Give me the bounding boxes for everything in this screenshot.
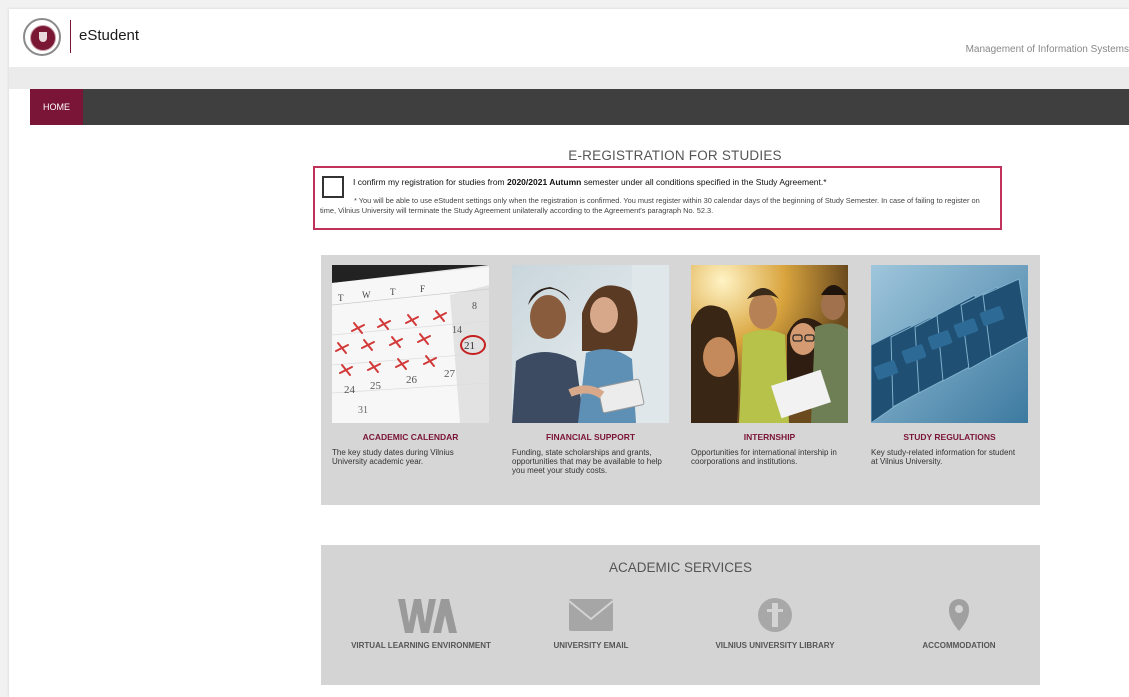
nav-home-tab[interactable]: HOME (30, 89, 83, 125)
card-description: Funding, state scholarships and grants, … (512, 448, 662, 475)
registration-title: E-REGISTRATION FOR STUDIES (568, 148, 782, 163)
registration-note: * You will be able to use eStudent setti… (320, 196, 980, 215)
card-description: Opportunities for international intershi… (691, 448, 837, 466)
vle-logo-icon (341, 593, 501, 641)
location-pin-icon (879, 593, 1039, 641)
service-label: UNIVERSITY EMAIL (553, 641, 629, 650)
confirm-semester: 2020/2021 Autumn (507, 177, 582, 187)
service-label: ACCOMMODATION (922, 641, 996, 650)
system-label: Management of Information Systems (965, 44, 1129, 55)
app-name[interactable]: eStudent (79, 27, 139, 44)
calendar-number-31: 31 (358, 405, 368, 416)
calendar-number-21: 21 (464, 340, 475, 352)
calendar-weekday-t2: T (390, 287, 396, 297)
card-title[interactable]: INTERNSHIP (691, 432, 848, 442)
calendar-weekday-t: T (338, 293, 344, 303)
card-financial-support[interactable]: FINANCIAL SUPPORT Funding, state scholar… (512, 265, 669, 475)
logo-divider (70, 20, 71, 53)
financial-support-image[interactable] (512, 265, 669, 423)
header: eStudent Management of Information Syste… (9, 9, 1129, 67)
card-academic-calendar[interactable]: T W T F 14 21 25 26 27 24 31 8 ACADEMIC … (332, 265, 489, 466)
card-title[interactable]: ACADEMIC CALENDAR (332, 432, 489, 442)
calendar-number-24: 24 (344, 384, 356, 396)
service-accommodation[interactable]: ACCOMMODATION (879, 593, 1039, 651)
university-seal-logo[interactable] (23, 18, 61, 56)
calendar-weekday-f: F (420, 284, 425, 294)
service-label: VILNIUS UNIVERSITY LIBRARY (715, 641, 835, 650)
confirm-prefix: I confirm my registration for studies fr… (353, 177, 507, 187)
service-virtual-learning[interactable]: VIRTUAL LEARNING ENVIRONMENT (341, 593, 501, 651)
services-title: ACADEMIC SERVICES (608, 560, 753, 575)
academic-services-panel: ACADEMIC SERVICES VIRTUAL LEARNING ENVIR… (321, 545, 1040, 685)
confirm-suffix: semester under all conditions specified … (581, 177, 827, 187)
calendar-number-14: 14 (452, 325, 462, 336)
header-strip (9, 67, 1129, 89)
service-library[interactable]: VILNIUS UNIVERSITY LIBRARY (695, 593, 855, 651)
calendar-number-25: 25 (370, 380, 382, 392)
card-description: Key study-related information for studen… (871, 448, 1016, 466)
registration-confirm-text: I confirm my registration for studies fr… (353, 177, 827, 187)
browser-page: eStudent Management of Information Syste… (9, 9, 1129, 697)
service-label: VIRTUAL LEARNING ENVIRONMENT (351, 641, 491, 650)
card-title[interactable]: FINANCIAL SUPPORT (512, 432, 669, 442)
envelope-icon (511, 593, 671, 641)
library-icon (695, 593, 855, 641)
study-regulations-image[interactable] (871, 265, 1028, 423)
card-study-regulations[interactable]: STUDY REGULATIONS Key study-related info… (871, 265, 1028, 466)
internship-image[interactable] (691, 265, 848, 423)
card-internship[interactable]: INTERNSHIP Opportunities for internation… (691, 265, 848, 466)
calendar-number-27: 27 (444, 368, 456, 380)
calendar-number-26: 26 (406, 374, 418, 386)
registration-box: I confirm my registration for studies fr… (313, 166, 1002, 230)
main-navbar: HOME (30, 89, 1129, 125)
calendar-weekday-w: W (362, 290, 371, 300)
card-description: The key study dates during Vilnius Unive… (332, 448, 454, 466)
confirm-registration-checkbox[interactable] (322, 176, 344, 198)
card-title[interactable]: STUDY REGULATIONS (871, 432, 1028, 442)
service-university-email[interactable]: UNIVERSITY EMAIL (511, 593, 671, 651)
calendar-image[interactable]: T W T F 14 21 25 26 27 24 31 8 (332, 265, 489, 423)
calendar-number-8: 8 (472, 301, 477, 312)
info-cards-panel: T W T F 14 21 25 26 27 24 31 8 ACADEMIC … (321, 255, 1040, 505)
